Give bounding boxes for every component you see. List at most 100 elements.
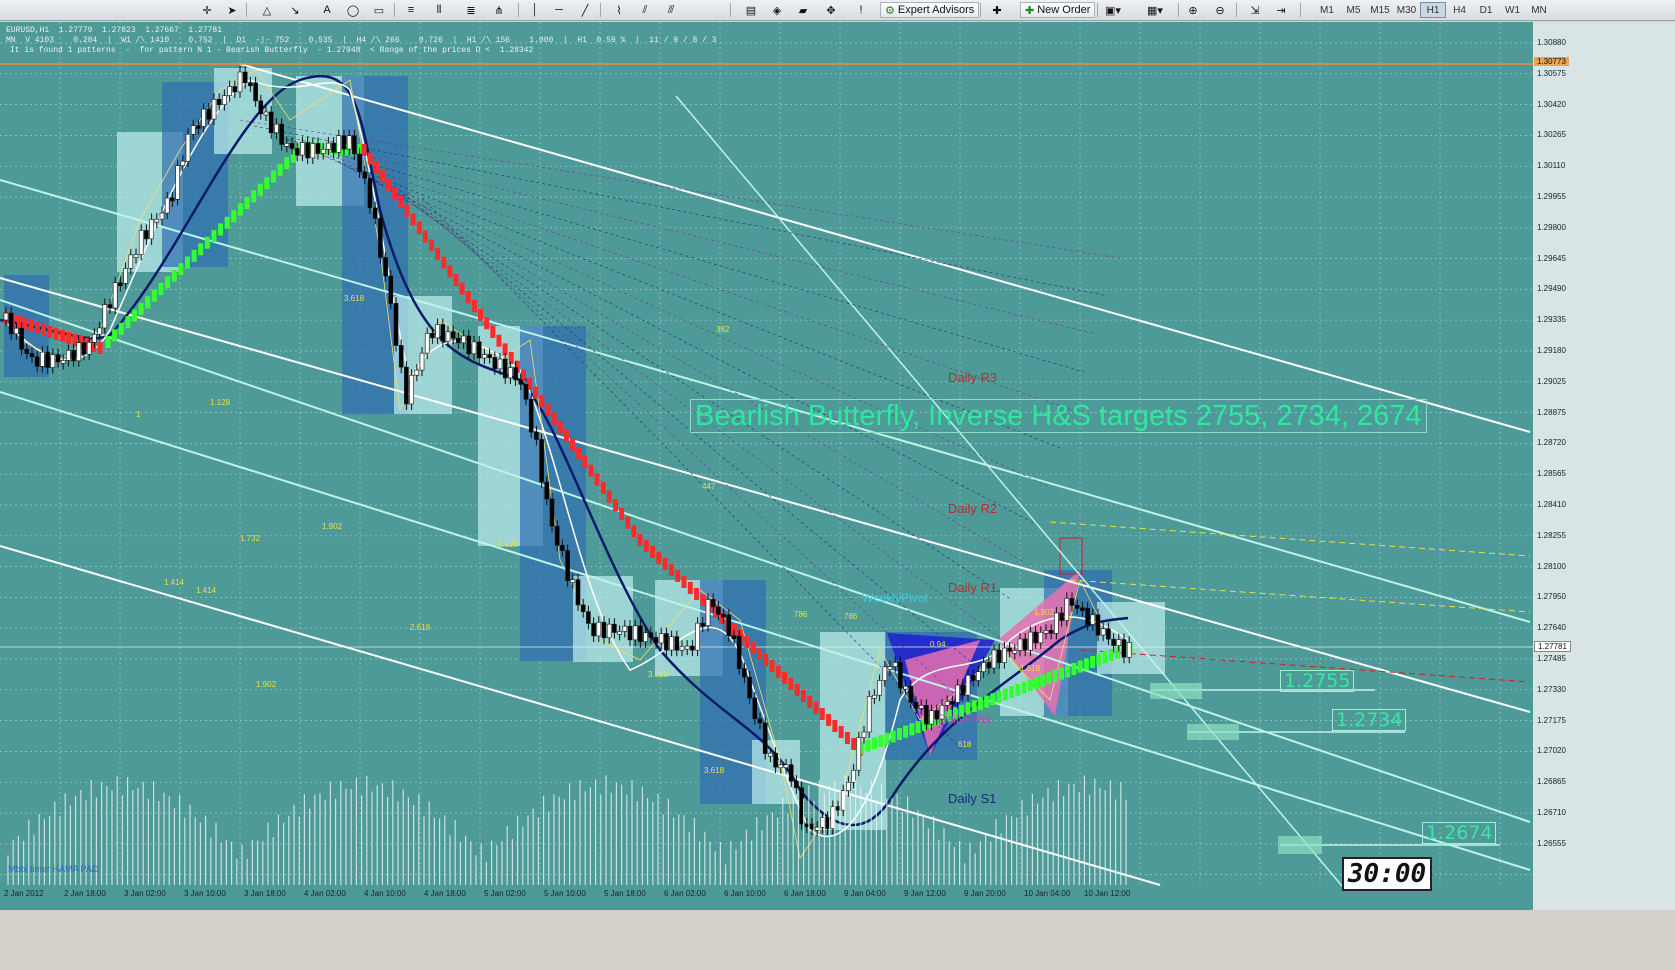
- bear-candle: [721, 614, 726, 618]
- hama-trend-bar: [1083, 658, 1089, 671]
- hama-trend-bar: [650, 546, 656, 558]
- add-chart-icon[interactable]: ✚: [988, 2, 1006, 18]
- rectangle-tool-icon[interactable]: ▭: [370, 2, 388, 18]
- hama-trend-bar: [1102, 651, 1108, 664]
- new-order-button[interactable]: ✚ New Order: [1020, 2, 1096, 18]
- timeframe-m1-button[interactable]: M1: [1314, 2, 1340, 18]
- bull-candle: [66, 350, 71, 361]
- timeframe-h1-button[interactable]: H1: [1420, 2, 1446, 18]
- hama-trend-bar: [1077, 660, 1083, 673]
- bull-candle: [123, 268, 128, 284]
- bull-candle: [617, 631, 622, 635]
- hama-trend-bar: [871, 737, 877, 750]
- timeframe-d1-button[interactable]: D1: [1473, 2, 1499, 18]
- channel-tool-icon[interactable]: ≡: [402, 2, 420, 18]
- autoscroll-icon[interactable]: ⇲: [1246, 2, 1264, 18]
- bear-candle: [736, 635, 742, 669]
- folder-icon[interactable]: ▰: [794, 2, 812, 18]
- bear-candle: [55, 354, 61, 363]
- hama-trend-bar: [218, 223, 224, 236]
- timeframe-mn-button[interactable]: MN: [1526, 2, 1552, 18]
- bear-candle: [908, 685, 914, 703]
- zoom-in-icon[interactable]: ⊕: [1184, 2, 1202, 18]
- hama-trend-bar: [1046, 672, 1052, 685]
- trendline-tool-icon[interactable]: ↘: [286, 2, 304, 18]
- vertical-line-icon[interactable]: │: [526, 2, 544, 18]
- bull-candle: [211, 98, 217, 120]
- hama-trend-bar: [41, 324, 47, 336]
- bull-candle: [274, 123, 279, 134]
- alert-icon[interactable]: !: [852, 2, 870, 18]
- bull-candle: [3, 312, 9, 321]
- bull-candle: [944, 701, 950, 706]
- new-chart-icon[interactable]: ▤: [742, 2, 760, 18]
- target-label-3: 1.2674: [1422, 822, 1497, 844]
- templates-icon[interactable]: ▦▾: [1146, 2, 1164, 18]
- current-price-tag: 1.27781: [1534, 641, 1571, 652]
- bull-candle: [918, 705, 924, 709]
- profiles-icon[interactable]: ◈: [768, 2, 786, 18]
- timeframe-m5-button[interactable]: M5: [1341, 2, 1367, 18]
- timeframe-m15-button[interactable]: M15: [1367, 2, 1393, 18]
- hama-trend-bar: [496, 334, 502, 347]
- text-tool-icon[interactable]: A: [318, 2, 336, 18]
- bear-candle: [232, 86, 238, 93]
- triangle-tool-icon[interactable]: △: [258, 2, 276, 18]
- bear-candle: [315, 143, 321, 154]
- angle-line-icon[interactable]: ╱: [576, 2, 594, 18]
- bull-candle: [86, 342, 92, 355]
- bull-candle: [991, 649, 997, 669]
- bear-candle: [1106, 628, 1111, 640]
- expert-advisors-button[interactable]: ⚙ Expert Advisors: [880, 2, 980, 18]
- bull-candle: [419, 352, 425, 371]
- bull-candle: [190, 125, 196, 135]
- hama-trend-bar: [47, 326, 53, 338]
- fib-ratio-label: 1.618: [1020, 664, 1041, 673]
- gann-tool-icon[interactable]: ⦀: [430, 2, 448, 18]
- bear-candle: [996, 649, 1002, 663]
- zoom-out-icon[interactable]: ⊖: [1211, 2, 1229, 18]
- pitchfork-icon[interactable]: ⫽: [636, 2, 654, 18]
- bull-candle: [92, 333, 97, 343]
- price-chart[interactable]: [0, 22, 1675, 910]
- timeframe-w1-button[interactable]: W1: [1500, 2, 1526, 18]
- fibonacci-tool-icon[interactable]: ≣: [462, 2, 480, 18]
- cursor-arrow-icon[interactable]: ➤: [223, 2, 241, 18]
- hama-trend-bar: [551, 412, 557, 425]
- parallel-channel-icon[interactable]: ⫻: [662, 2, 680, 18]
- hama-trend-bar: [909, 723, 915, 736]
- hama-trend-bar: [750, 642, 756, 654]
- crosshair-icon[interactable]: ✛: [198, 2, 216, 18]
- bear-candle: [29, 353, 35, 358]
- time-tick-label: 3 Jan 02:00: [124, 889, 166, 898]
- ellipse-tool-icon[interactable]: ◯: [344, 2, 362, 18]
- timeframe-h4-button[interactable]: H4: [1447, 2, 1473, 18]
- chart-shift-icon[interactable]: ⇥: [1272, 2, 1290, 18]
- timeframe-m30-button[interactable]: M30: [1394, 2, 1420, 18]
- bear-candle: [518, 379, 524, 385]
- hama-trend-bar: [656, 552, 662, 564]
- hama-trend-bar: [1034, 676, 1040, 689]
- chart-type-icon[interactable]: ▣▾: [1104, 2, 1122, 18]
- elliott-wave-icon[interactable]: ⌇: [610, 2, 628, 18]
- fibo-fan-icon[interactable]: ⋔: [490, 2, 508, 18]
- price-tick-label: 1.27640: [1537, 623, 1566, 633]
- price-tick-label: 1.27020: [1537, 746, 1566, 756]
- navigator-icon[interactable]: ✥: [822, 2, 840, 18]
- price-tick-label: 1.29490: [1537, 284, 1566, 294]
- bear-candle: [352, 135, 357, 155]
- time-tick-label: 3 Jan 10:00: [184, 889, 226, 898]
- bull-candle: [861, 731, 867, 738]
- fib-ratio-label: 786: [794, 610, 808, 619]
- bull-candle: [1100, 628, 1106, 636]
- hama-trend-bar: [996, 690, 1002, 703]
- bull-candle: [1126, 642, 1132, 658]
- price-tick-label: 1.28410: [1537, 500, 1566, 509]
- hama-trend-bar: [890, 730, 896, 743]
- horizontal-line-icon[interactable]: ─: [550, 2, 568, 18]
- fib-ratio-label: 618: [958, 740, 972, 749]
- bull-candle: [138, 230, 144, 255]
- bear-candle: [24, 348, 30, 354]
- hama-trend-bar: [813, 702, 819, 714]
- bear-candle: [612, 623, 617, 633]
